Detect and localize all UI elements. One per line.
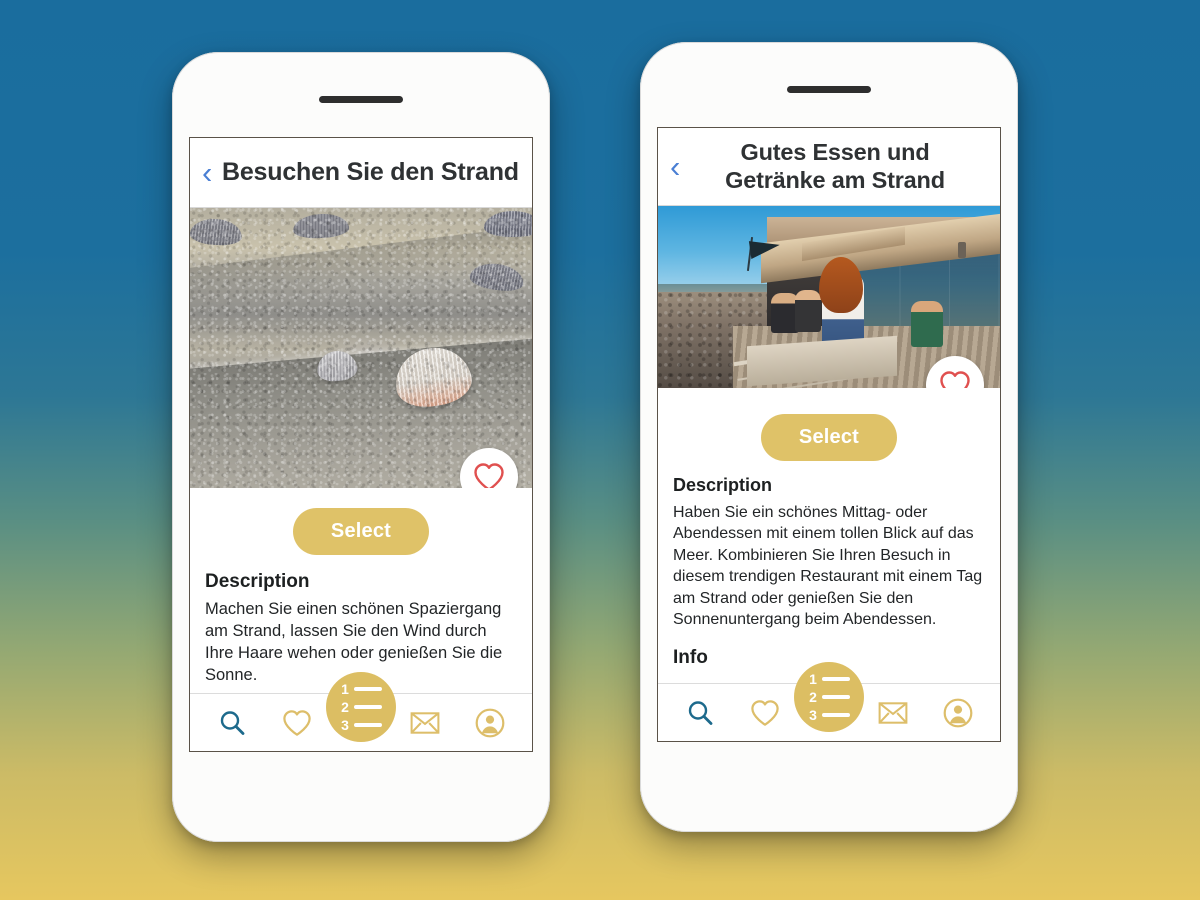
phone-screen-left: ‹ Besuchen Sie den Strand Select Descrip… [189, 137, 533, 752]
detail-content: Select Description Machen Sie einen schö… [190, 488, 532, 693]
fab-number: 2 [809, 689, 817, 705]
phone-mockup-right: ‹ Gutes Essen und Getränke am Strand Sel… [640, 42, 1018, 832]
tab-account[interactable] [935, 690, 981, 736]
back-chevron-icon[interactable]: ‹ [670, 151, 686, 182]
diner [794, 289, 821, 332]
heart-icon [940, 371, 970, 388]
heart-icon [474, 463, 504, 488]
tab-messages[interactable] [870, 690, 916, 736]
description-heading: Description [205, 571, 310, 592]
app-header: ‹ Gutes Essen und Getränke am Strand [658, 128, 1000, 206]
diner [911, 300, 944, 347]
phone-screen-right: ‹ Gutes Essen und Getränke am Strand Sel… [657, 127, 1001, 742]
envelope-icon [410, 711, 440, 734]
tab-search[interactable] [209, 700, 255, 746]
page-title: Gutes Essen und Getränke am Strand [725, 138, 945, 193]
fab-line [354, 687, 382, 691]
account-icon [475, 708, 505, 737]
envelope-icon [878, 701, 908, 724]
heart-icon [750, 699, 779, 726]
fab-number: 1 [341, 681, 349, 697]
detail-content: Select Description Haben Sie ein schönes… [658, 388, 1000, 683]
select-button-row: Select [673, 388, 985, 475]
select-button[interactable]: Select [292, 508, 430, 555]
fab-number: 3 [809, 707, 817, 723]
hero-image-restaurant [658, 206, 1000, 388]
tab-messages[interactable] [402, 700, 448, 746]
standing-woman-hair [818, 256, 863, 313]
bottom-tab-bar: 1 2 3 [658, 662, 1000, 741]
numbered-list-fab[interactable]: 1 2 3 [326, 672, 396, 742]
fab-number: 1 [809, 671, 817, 687]
fab-line [822, 695, 850, 699]
page-background: ‹ Besuchen Sie den Strand Select Descrip… [0, 0, 1200, 900]
hero-image-beach [190, 208, 532, 488]
wall-lamp [957, 242, 966, 259]
fab-line [354, 705, 382, 709]
phone-speaker-icon [319, 96, 403, 103]
fab-line [354, 723, 382, 727]
sand-grain-texture [190, 208, 532, 488]
fab-number: 2 [341, 699, 349, 715]
numbered-list-icon: 1 2 3 [340, 682, 382, 732]
tab-account[interactable] [467, 700, 513, 746]
fab-row: 1 [808, 672, 850, 686]
account-icon [943, 698, 973, 727]
fab-row: 3 [808, 708, 850, 722]
numbered-list-fab[interactable]: 1 2 3 [794, 662, 864, 732]
fab-number: 3 [341, 717, 349, 733]
fab-row: 2 [808, 690, 850, 704]
select-button-row: Select [205, 488, 517, 571]
description-text: Haben Sie ein schönes Mittag- oder Abend… [673, 504, 983, 629]
fab-row: 3 [340, 718, 382, 732]
description-heading: Description [673, 475, 773, 495]
tab-favorites[interactable] [274, 700, 320, 746]
fab-line [822, 677, 850, 681]
page-title: Besuchen Sie den Strand [222, 158, 519, 186]
select-button[interactable]: Select [760, 414, 898, 461]
phone-mockup-left: ‹ Besuchen Sie den Strand Select Descrip… [172, 52, 550, 842]
fab-row: 1 [340, 682, 382, 696]
beach-sand-photo [190, 208, 532, 488]
tab-search[interactable] [677, 690, 723, 736]
app-header: ‹ Besuchen Sie den Strand [190, 138, 532, 208]
fab-line [822, 713, 850, 717]
back-chevron-icon[interactable]: ‹ [202, 157, 218, 188]
flag [749, 236, 782, 259]
search-icon [220, 710, 245, 735]
phone-speaker-icon [787, 86, 871, 93]
heart-icon [282, 709, 311, 736]
search-icon [688, 700, 713, 725]
bottom-tab-bar: 1 2 3 [190, 672, 532, 751]
numbered-list-icon: 1 2 3 [808, 672, 850, 722]
fab-row: 2 [340, 700, 382, 714]
tab-favorites[interactable] [742, 690, 788, 736]
